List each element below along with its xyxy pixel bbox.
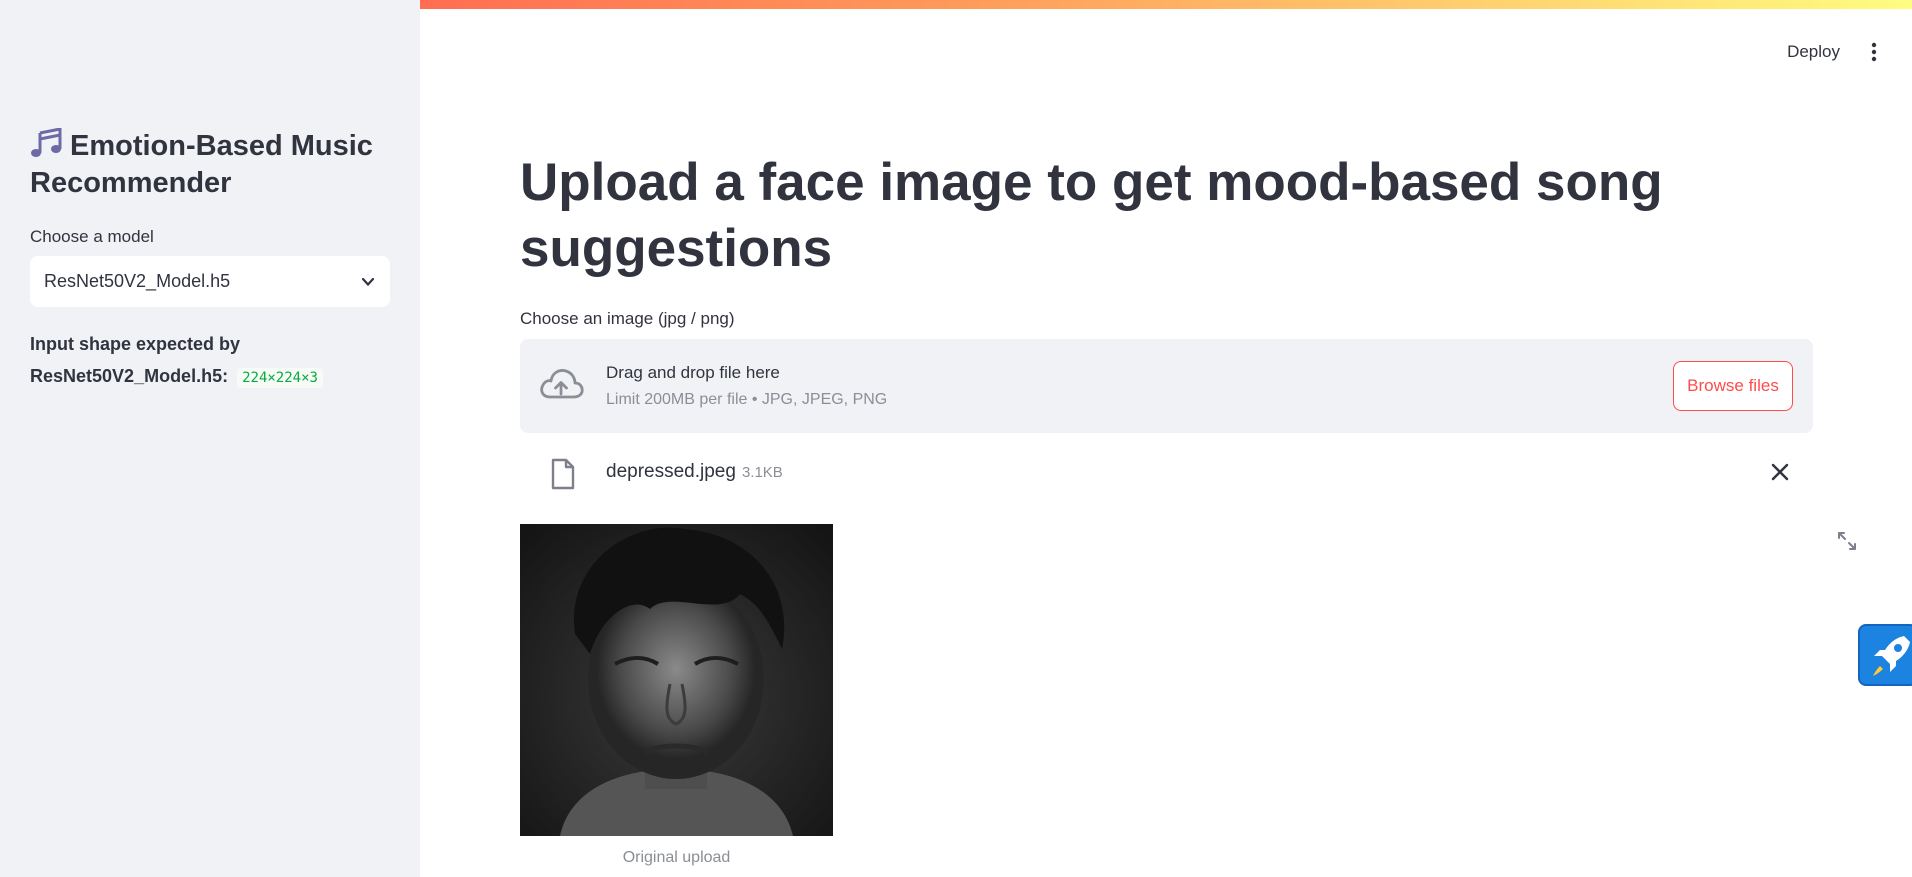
- input-shape-value: 224×224×3: [237, 368, 323, 388]
- face-photo: [520, 524, 833, 836]
- model-select-label: Choose a model: [30, 227, 154, 246]
- input-shape-label: Input shape expected by ResNet50V2_Model…: [30, 334, 241, 386]
- rocket-button[interactable]: [1858, 624, 1912, 686]
- uploaded-file-row: depressed.jpeg 3.1KB: [520, 453, 1813, 493]
- music-note-icon: [31, 128, 62, 157]
- uploader-label: Choose an image (jpg / png): [520, 309, 735, 328]
- file-icon: [551, 458, 575, 490]
- deploy-button[interactable]: Deploy: [1787, 42, 1840, 62]
- dropzone-limit-text: Limit 200MB per file • JPG, JPEG, PNG: [606, 391, 888, 408]
- uploaded-image-preview: [520, 524, 833, 836]
- chevron-down-icon: [361, 277, 375, 286]
- page-title: Upload a face image to get mood-based so…: [520, 153, 1663, 278]
- app-title: Emotion-Based Music Recommender: [30, 128, 400, 202]
- file-name-text: depressed.jpeg: [606, 461, 736, 482]
- model-select-value: ResNet50V2_Model.h5: [44, 271, 231, 291]
- header-actions: Deploy: [1787, 40, 1886, 64]
- image-caption: Original upload: [622, 849, 731, 866]
- dropzone-instructions: Drag and drop file here: [606, 363, 780, 382]
- expand-icon[interactable]: [1836, 530, 1858, 552]
- uploaded-file-name: depressed.jpeg 3.1KB: [606, 461, 783, 483]
- browse-files-button[interactable]: Browse files: [1673, 361, 1793, 411]
- cloud-upload-icon: [540, 369, 584, 399]
- model-select[interactable]: ResNet50V2_Model.h5: [30, 256, 390, 307]
- kebab-menu-icon[interactable]: [1862, 40, 1886, 64]
- sidebar: Emotion-Based Music Recommender Choose a…: [0, 0, 420, 877]
- close-icon[interactable]: [1769, 461, 1791, 483]
- rocket-icon: [1873, 636, 1910, 676]
- app-title-text: Emotion-Based Music Recommender: [30, 130, 373, 199]
- input-shape-info: Input shape expected by ResNet50V2_Model…: [30, 328, 390, 394]
- file-size: 3.1KB: [741, 464, 783, 481]
- file-dropzone[interactable]: Drag and drop file here Limit 200MB per …: [520, 339, 1813, 433]
